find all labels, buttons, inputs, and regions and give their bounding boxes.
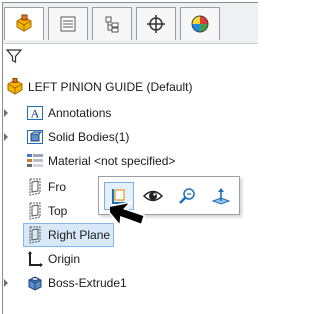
plane-icon <box>29 202 41 220</box>
material-icon <box>27 154 43 167</box>
tree-item-label: Fro <box>48 180 66 194</box>
filter-icon <box>5 49 23 63</box>
tree-item-right-plane[interactable]: Right Plane <box>22 223 115 247</box>
tree-item-annotations[interactable]: A Annotations <box>4 102 112 124</box>
mouse-pointer-icon <box>110 201 146 228</box>
annotations-icon: A <box>27 106 43 121</box>
origin-icon <box>28 251 43 267</box>
part-icon <box>7 78 23 95</box>
expand-arrow-icon[interactable] <box>2 278 10 288</box>
configuration-manager-icon <box>105 16 119 33</box>
tree-item-origin[interactable]: Origin <box>26 248 80 270</box>
normal-axis-button[interactable] <box>207 183 235 209</box>
tree-root-label: LEFT PINION GUIDE (Default) <box>28 80 193 94</box>
tab-feature-manager[interactable] <box>4 7 44 40</box>
solid-bodies-icon <box>27 130 43 144</box>
boss-extrude-icon <box>28 276 42 291</box>
tree-item-material[interactable]: Material <not specified> <box>26 150 175 172</box>
zoom-to-selection-icon <box>179 188 195 204</box>
tree-item-label: Right Plane <box>48 228 111 242</box>
zoom-to-selection-button[interactable] <box>173 183 201 209</box>
expand-arrow-icon[interactable] <box>2 132 10 142</box>
property-manager-icon <box>60 16 76 32</box>
normal-axis-icon <box>211 188 231 205</box>
tree-item-label: Origin <box>48 252 81 266</box>
tree-item-solid-bodies[interactable]: Solid Bodies(1) <box>4 126 130 148</box>
tree-item-label: Solid Bodies(1) <box>48 130 130 144</box>
tree-item-top-plane[interactable]: Top <box>26 200 67 222</box>
tab-display-manager[interactable] <box>180 7 220 40</box>
dimxpert-manager-icon <box>147 15 165 33</box>
manager-tab-bar <box>3 3 258 44</box>
expand-arrow-icon[interactable] <box>2 108 10 118</box>
tree-item-label: Annotations <box>48 106 112 120</box>
svg-text:A: A <box>31 107 40 121</box>
plane-icon <box>29 178 41 196</box>
tree-item-label: Top <box>48 204 68 218</box>
tree-item-front-plane[interactable]: Fro <box>26 176 66 198</box>
plane-icon <box>29 226 41 244</box>
tree-item-label: Material <not specified> <box>48 154 176 168</box>
tab-configuration-manager[interactable] <box>92 7 132 40</box>
tree-item-label: Boss-Extrude1 <box>48 276 127 290</box>
filter-button[interactable] <box>5 48 26 66</box>
tab-dimxpert-manager[interactable] <box>136 7 176 40</box>
tree-root[interactable]: LEFT PINION GUIDE (Default) <box>6 76 192 98</box>
display-manager-icon <box>191 15 209 33</box>
tab-property-manager[interactable] <box>48 7 88 40</box>
feature-manager-icon <box>16 14 32 32</box>
tree-item-boss-extrude[interactable]: Boss-Extrude1 <box>4 272 127 294</box>
